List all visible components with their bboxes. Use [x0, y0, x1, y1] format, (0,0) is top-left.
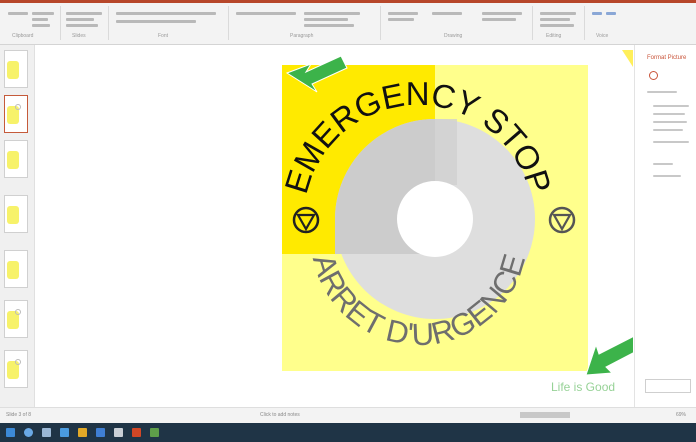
- slide-thumbnail[interactable]: [4, 350, 28, 388]
- ribbon-group-label: Font: [158, 33, 169, 39]
- ribbon-accent-bar: [0, 0, 696, 3]
- slide-thumbnail[interactable]: [4, 250, 28, 288]
- ribbon-group-label: Slides: [72, 33, 86, 39]
- ribbon-group-slides[interactable]: Slides: [62, 6, 109, 40]
- slide-editing-canvas[interactable]: EMERGENCY STOP ARRET D'URGENCE Life is G…: [35, 45, 633, 407]
- slide-thumbnail-selected[interactable]: [4, 95, 28, 133]
- pane-title: Format Picture: [647, 55, 687, 61]
- ribbon-group-label: Editing: [546, 33, 562, 39]
- green-arrow-bottom-icon: [585, 336, 633, 376]
- slide-thumbnail[interactable]: [4, 50, 28, 88]
- edge-icon[interactable]: [60, 428, 69, 437]
- ribbon-group-drawing[interactable]: Drawing: [382, 6, 533, 40]
- slide-thumbnail[interactable]: [4, 140, 28, 178]
- ribbon-group-clipboard[interactable]: Clipboard: [2, 6, 61, 40]
- ribbon-group-label: Paragraph: [290, 33, 314, 39]
- reset-button[interactable]: [645, 379, 691, 393]
- ribbon-group-editing[interactable]: Editing: [534, 6, 585, 40]
- slide-thumbnail[interactable]: [4, 195, 28, 233]
- slide-info: Slide 3 of 8: [6, 412, 32, 418]
- start-icon[interactable]: [6, 428, 15, 437]
- ribbon-group-label: Drawing: [444, 33, 463, 39]
- task-view-icon[interactable]: [42, 428, 51, 437]
- taskbar: [0, 423, 696, 442]
- status-bar: Slide 3 of 8 Click to add notes 69%: [0, 407, 696, 424]
- file-explorer-icon[interactable]: [78, 428, 87, 437]
- watermark-text: Life is Good: [551, 380, 616, 394]
- ribbon: Clipboard Slides Font Paragraph Drawing …: [0, 0, 696, 45]
- slide-thumbnail-pane: [0, 45, 35, 407]
- ribbon-group-label: Clipboard: [12, 33, 34, 39]
- slide-thumbnail[interactable]: [4, 300, 28, 338]
- app-icon[interactable]: [150, 428, 159, 437]
- powerpoint-icon[interactable]: [132, 428, 141, 437]
- store-icon[interactable]: [96, 428, 105, 437]
- slide-graphic[interactable]: EMERGENCY STOP ARRET D'URGENCE: [35, 45, 633, 407]
- ring-center: [397, 181, 473, 257]
- search-icon[interactable]: [24, 428, 33, 437]
- mail-icon[interactable]: [114, 428, 123, 437]
- format-picture-pane: Format Picture: [634, 45, 696, 407]
- fill-icon[interactable]: [649, 71, 658, 80]
- zoom-slider[interactable]: [520, 412, 570, 418]
- zoom-level[interactable]: 69%: [676, 412, 686, 418]
- ribbon-group-label: Voice: [596, 33, 609, 39]
- notes-label[interactable]: Click to add notes: [260, 412, 300, 418]
- ribbon-group-voice[interactable]: Voice: [586, 6, 626, 40]
- ribbon-group-font[interactable]: Font: [110, 6, 229, 40]
- ribbon-group-paragraph[interactable]: Paragraph: [230, 6, 381, 40]
